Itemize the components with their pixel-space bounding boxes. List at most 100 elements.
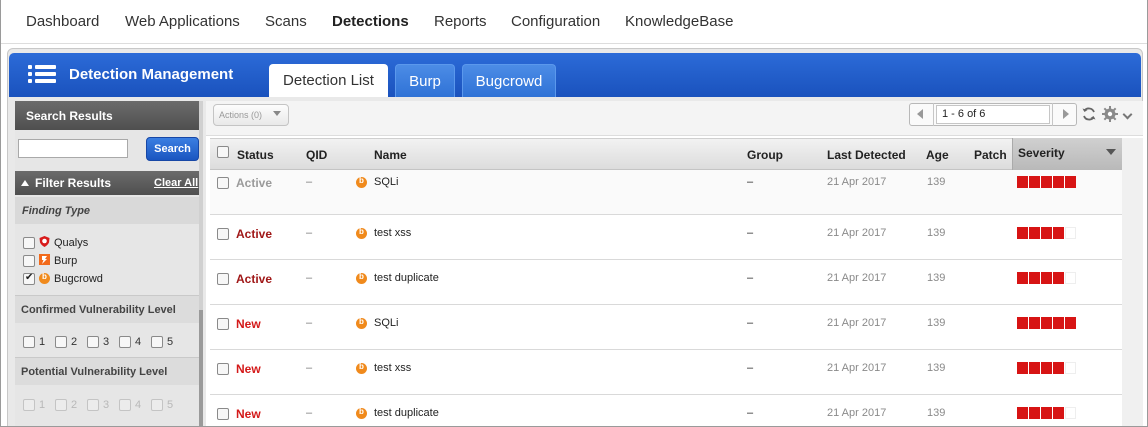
name-link[interactable]: test xss — [374, 362, 411, 374]
severity-segment — [1029, 176, 1040, 188]
qid-value: – — [306, 362, 313, 374]
potential-level-2-label: 2 — [71, 399, 78, 411]
age-value: 139 — [927, 317, 946, 329]
column-age[interactable]: Age — [926, 148, 949, 162]
nav-web-applications[interactable]: Web Applications — [125, 13, 240, 30]
severity-segment — [1041, 272, 1052, 284]
bugcrowd-icon — [356, 362, 367, 374]
column-severity[interactable]: Severity — [1018, 146, 1065, 160]
pager-prev-button[interactable] — [909, 103, 934, 126]
column-name[interactable]: Name — [374, 148, 407, 162]
sort-descending-icon[interactable] — [1106, 149, 1116, 155]
bugcrowd-checkbox[interactable] — [23, 272, 35, 285]
table-scrollbar[interactable] — [1122, 138, 1143, 426]
column-qid[interactable]: QID — [306, 148, 327, 162]
nav-knowledgebase[interactable]: KnowledgeBase — [625, 13, 733, 30]
name-link[interactable]: test duplicate — [374, 272, 439, 284]
burp-icon — [39, 254, 50, 265]
column-status[interactable]: Status — [237, 148, 274, 162]
severity-segment — [1065, 317, 1076, 329]
nav-reports[interactable]: Reports — [434, 13, 487, 30]
confirmed-level-2-label: 2 — [71, 336, 78, 348]
chevron-down-icon — [273, 111, 281, 116]
row-checkbox[interactable] — [217, 228, 229, 240]
row-checkbox[interactable] — [217, 273, 229, 285]
name-link[interactable]: SQLi — [374, 317, 398, 329]
pager-next-button[interactable] — [1052, 103, 1077, 126]
search-button[interactable]: Search — [146, 137, 199, 161]
potential-level-5-checkbox — [151, 399, 163, 411]
table-row[interactable] — [210, 260, 1122, 305]
severity-bar — [1017, 272, 1076, 284]
row-checkbox[interactable] — [217, 318, 229, 330]
severity-segment — [1017, 176, 1028, 188]
severity-segment — [1065, 407, 1076, 419]
potential-level-3-checkbox — [87, 399, 99, 411]
confirmed-level-4-checkbox[interactable] — [119, 336, 131, 348]
qid-value: – — [306, 227, 313, 239]
status-value: New — [236, 362, 261, 376]
row-checkbox[interactable] — [217, 363, 229, 375]
last-detected-value: 21 Apr 2017 — [827, 317, 887, 329]
name-link[interactable]: test duplicate — [374, 407, 439, 419]
severity-bar — [1017, 176, 1076, 188]
severity-segment — [1065, 272, 1076, 284]
severity-segment — [1041, 176, 1052, 188]
column-patch[interactable]: Patch — [974, 148, 1007, 162]
list-menu-icon[interactable] — [28, 64, 56, 84]
select-all-checkbox[interactable] — [217, 146, 229, 158]
search-input[interactable] — [18, 139, 128, 158]
last-detected-value: 21 Apr 2017 — [827, 227, 887, 239]
column-group[interactable]: Group — [747, 148, 783, 162]
column-last-detected[interactable]: Last Detected — [827, 148, 906, 162]
confirmed-level-4-label: 4 — [135, 336, 142, 348]
severity-bar — [1017, 362, 1076, 374]
clear-all-link[interactable]: Clear All — [154, 177, 198, 189]
table-row[interactable] — [210, 305, 1122, 350]
sidebar-scrollbar-thumb[interactable] — [199, 310, 203, 426]
confirmed-level-3-checkbox[interactable] — [87, 336, 99, 348]
potential-level-1-checkbox — [23, 399, 35, 411]
row-checkbox[interactable] — [217, 177, 229, 189]
table-row[interactable] — [210, 350, 1122, 395]
group-value: – — [747, 227, 754, 239]
confirmed-level-2-checkbox[interactable] — [55, 336, 67, 348]
qualys-label: Qualys — [54, 237, 89, 249]
nav-scans[interactable]: Scans — [265, 13, 307, 30]
tab-bugcrowd[interactable]: Bugcrowd — [462, 64, 556, 97]
bugcrowd-icon — [356, 317, 367, 329]
severity-segment — [1029, 317, 1040, 329]
gear-icon[interactable] — [1102, 106, 1118, 122]
confirmed-level-header: Confirmed Vulnerability Level — [15, 295, 199, 323]
bugcrowd-icon — [356, 227, 367, 239]
group-value: – — [747, 317, 754, 329]
last-detected-value: 21 Apr 2017 — [827, 407, 887, 419]
nav-configuration[interactable]: Configuration — [511, 13, 600, 30]
next-arrow-icon — [1063, 109, 1069, 119]
severity-segment — [1053, 407, 1064, 419]
qualys-checkbox[interactable] — [23, 237, 35, 249]
filter-results-title: Filter Results — [35, 176, 112, 190]
severity-segment — [1017, 272, 1028, 284]
severity-segment — [1053, 227, 1064, 239]
nav-dashboard[interactable]: Dashboard — [26, 13, 99, 30]
last-detected-value: 21 Apr 2017 — [827, 272, 887, 284]
potential-level-4-checkbox — [119, 399, 131, 411]
nav-detections[interactable]: Detections — [332, 13, 409, 30]
status-value: Active — [236, 272, 273, 286]
name-link[interactable]: SQLi — [374, 176, 398, 188]
confirmed-level-1-checkbox[interactable] — [23, 336, 35, 348]
table-row[interactable] — [210, 215, 1122, 260]
tab-detection-list[interactable]: Detection List — [269, 64, 388, 97]
collapse-triangle-icon[interactable] — [21, 180, 29, 186]
tab-burp[interactable]: Burp — [395, 64, 455, 97]
severity-segment — [1029, 227, 1040, 239]
row-checkbox[interactable] — [217, 408, 229, 420]
confirmed-level-5-checkbox[interactable] — [151, 336, 163, 348]
burp-checkbox[interactable] — [23, 255, 35, 267]
refresh-icon[interactable] — [1081, 106, 1097, 122]
name-link[interactable]: test xss — [374, 227, 411, 239]
pager-range-field[interactable]: 1 - 6 of 6 — [936, 105, 1050, 124]
table-row[interactable] — [210, 395, 1122, 426]
table-row[interactable] — [210, 170, 1122, 215]
